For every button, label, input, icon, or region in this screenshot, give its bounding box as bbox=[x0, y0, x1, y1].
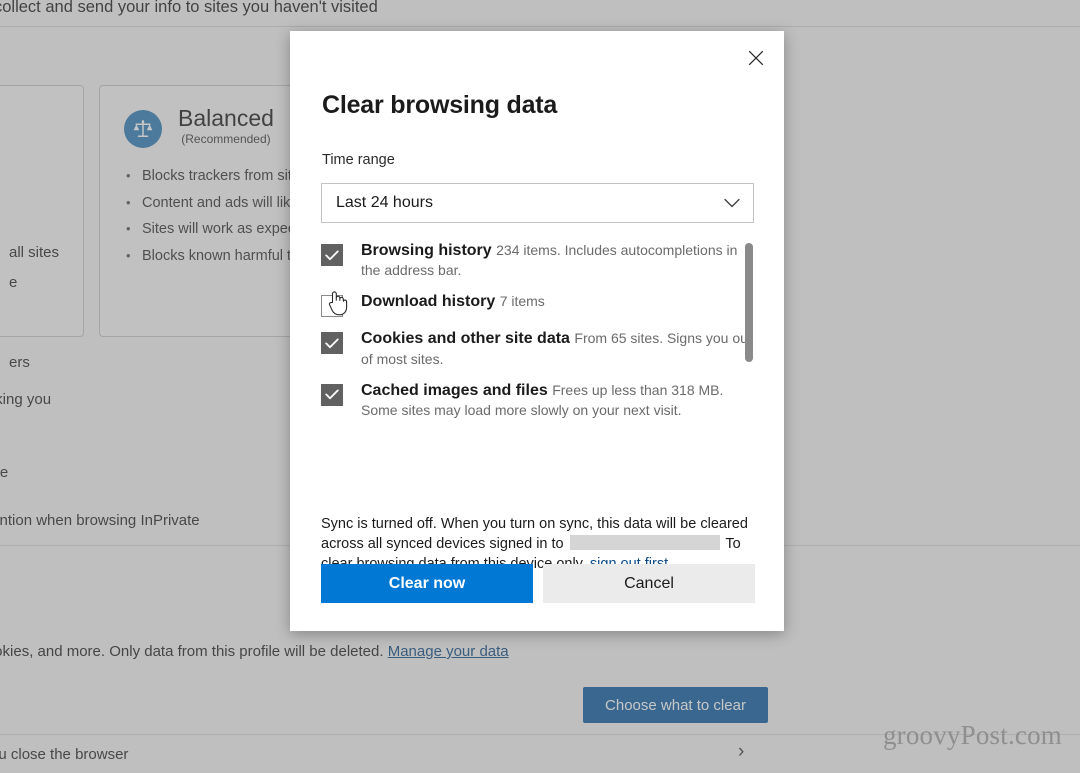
time-range-dropdown[interactable]: Last 24 hours bbox=[321, 183, 754, 223]
item-description: 7 items bbox=[499, 293, 545, 310]
watermark: groovyPost.com bbox=[882, 720, 1062, 750]
header-divider bbox=[0, 26, 1080, 27]
bullet-glyph: • bbox=[126, 194, 131, 210]
list-item-text: Download history 7 items bbox=[361, 292, 545, 312]
vertical-scrollbar[interactable] bbox=[744, 241, 754, 496]
list-item-cached-images[interactable]: Cached images and files Frees up less th… bbox=[321, 381, 754, 420]
time-range-label: Time range bbox=[322, 152, 395, 168]
clear-data-description-text: , cookies, and more. Only data from this… bbox=[0, 643, 384, 660]
clear-data-description: , cookies, and more. Only data from this… bbox=[0, 643, 509, 660]
list-item-cookies[interactable]: Cookies and other site data From 65 site… bbox=[321, 329, 754, 368]
clear-now-button[interactable]: Clear now bbox=[321, 564, 533, 603]
bullet-glyph: • bbox=[126, 221, 131, 237]
close-icon[interactable] bbox=[736, 39, 776, 77]
settings-row-inprivate[interactable]: prevention when browsing InPrivate bbox=[0, 512, 200, 529]
left-card-fragment-2: e bbox=[9, 274, 18, 291]
dialog-title: Clear browsing data bbox=[322, 91, 558, 119]
settings-row-choose[interactable]: ose bbox=[0, 464, 8, 481]
screen-root: collect and send your info to sites you … bbox=[0, 0, 1080, 773]
balanced-card-titles: Balanced (Recommended) bbox=[178, 106, 274, 146]
close-browser-row[interactable]: e you close the browser bbox=[0, 746, 128, 763]
list-item-download-history[interactable]: Download history 7 items bbox=[321, 292, 754, 318]
list-item-text: Cached images and files Frees up less th… bbox=[361, 381, 754, 420]
privacy-intro-text: collect and send your info to sites you … bbox=[0, 0, 378, 16]
manage-your-data-link[interactable]: Manage your data bbox=[388, 643, 509, 660]
checkbox-checked-icon[interactable] bbox=[321, 332, 343, 355]
balanced-subtitle: (Recommended) bbox=[181, 132, 271, 147]
item-title: Browsing history bbox=[361, 242, 492, 259]
redacted-account-name bbox=[569, 535, 720, 550]
left-card-fragment-3: ers bbox=[9, 354, 30, 371]
cancel-button[interactable]: Cancel bbox=[543, 564, 755, 603]
checkbox-checked-icon[interactable] bbox=[321, 383, 343, 406]
chevron-down-icon bbox=[723, 197, 741, 209]
data-types-list: Browsing history 234 items. Includes aut… bbox=[321, 241, 754, 496]
balanced-title: Balanced bbox=[178, 105, 274, 131]
item-title: Cookies and other site data bbox=[361, 330, 570, 348]
clear-browsing-data-dialog: Clear browsing data Time range Last 24 h… bbox=[290, 31, 784, 631]
list-item-browsing-history[interactable]: Browsing history 234 items. Includes aut… bbox=[321, 241, 754, 280]
bullet-glyph: • bbox=[126, 248, 131, 264]
choose-what-to-clear-button[interactable]: Choose what to clear bbox=[583, 687, 768, 723]
time-range-value: Last 24 hours bbox=[336, 194, 433, 211]
balance-scales-icon bbox=[124, 110, 162, 148]
item-title: Cached images and files bbox=[361, 381, 548, 399]
list-item-text: Browsing history 234 items. Includes aut… bbox=[361, 241, 754, 280]
bullet-glyph: • bbox=[126, 168, 131, 183]
checkbox-checked-icon[interactable] bbox=[321, 244, 343, 266]
settings-row-tracking[interactable]: from tracking you bbox=[0, 391, 51, 408]
scrollbar-thumb[interactable] bbox=[745, 243, 753, 362]
list-item-text: Cookies and other site data From 65 site… bbox=[361, 329, 754, 368]
item-title: Download history bbox=[361, 293, 496, 311]
chevron-right-icon[interactable]: › bbox=[738, 742, 744, 761]
checkbox-unchecked-icon[interactable] bbox=[321, 295, 343, 318]
balanced-card-header: Balanced (Recommended) bbox=[124, 106, 274, 148]
left-card-fragment-1: all sites bbox=[9, 244, 60, 261]
tracking-prevention-card-strict[interactable]: all sites e ers bbox=[0, 85, 84, 371]
